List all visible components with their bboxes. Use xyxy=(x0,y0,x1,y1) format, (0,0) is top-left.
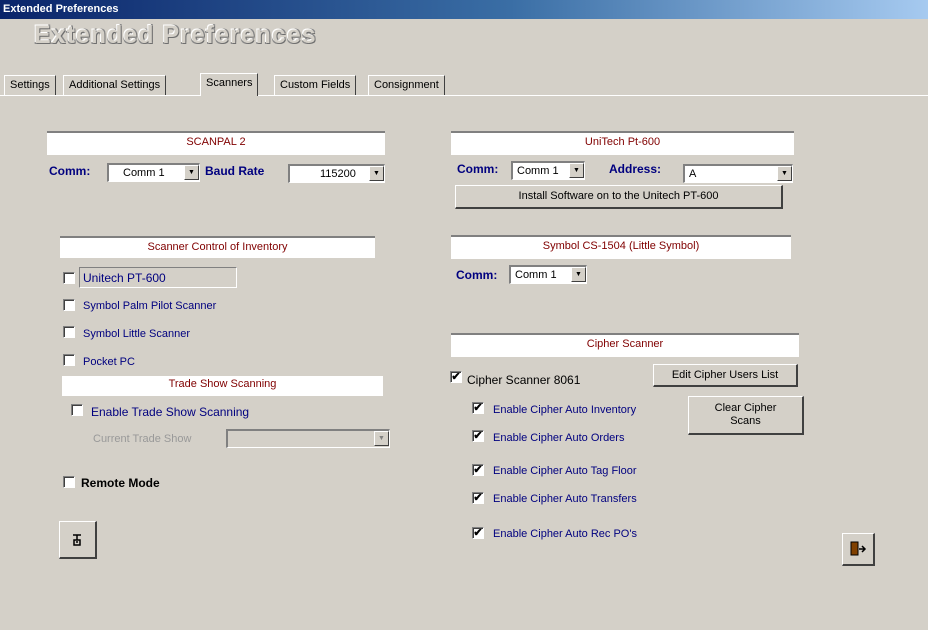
window-titlebar: Extended Preferences xyxy=(0,0,928,19)
cipher-auto-orders-label: Enable Cipher Auto Orders xyxy=(493,432,625,444)
unitech-comm-value: Comm 1 xyxy=(517,165,559,177)
pocket-pc-checkbox[interactable] xyxy=(63,354,75,366)
scanpal-baud-select[interactable]: 115200 ▼ xyxy=(288,164,385,183)
trade-show-header: Trade Show Scanning xyxy=(62,376,383,396)
clear-cipher-scans-line2: Scans xyxy=(730,415,761,427)
unitech-header: UniTech Pt-600 xyxy=(451,131,794,155)
cipher-auto-transfers-label: Enable Cipher Auto Transfers xyxy=(493,493,637,505)
symbol-little-label: Symbol Little Scanner xyxy=(83,328,190,340)
unitech-pt600-label: Unitech PT-600 xyxy=(83,271,166,285)
unitech-comm-label: Comm: xyxy=(457,162,499,176)
scanpal-baud-value: 115200 xyxy=(320,168,356,180)
symbol-header: Symbol CS-1504 (Little Symbol) xyxy=(451,235,791,259)
unitech-address-select[interactable]: A ▼ xyxy=(683,164,793,183)
unitech-address-value: A xyxy=(689,168,697,180)
enable-trade-show-label: Enable Trade Show Scanning xyxy=(91,405,250,419)
tab-scanners[interactable]: Scanners xyxy=(200,73,259,96)
tab-additional-settings[interactable]: Additional Settings xyxy=(63,75,167,95)
cipher-auto-transfers-checkbox[interactable]: ✔ xyxy=(472,492,484,504)
unitech-comm-select[interactable]: Comm 1 ▼ xyxy=(511,161,585,180)
remote-mode-label: Remote Mode xyxy=(81,476,160,490)
scanpal-comm-select[interactable]: Comm 1 ▼ xyxy=(107,163,200,182)
chevron-down-icon[interactable]: ▼ xyxy=(184,165,199,180)
tab-panel-border xyxy=(0,95,928,96)
cipher-header: Cipher Scanner xyxy=(451,333,799,357)
page-heading: Extended Preferences xyxy=(34,21,317,49)
chevron-down-icon[interactable]: ▼ xyxy=(571,267,586,282)
cipher-scanner-checkbox[interactable]: ✔ xyxy=(450,371,462,383)
tools-icon xyxy=(72,534,81,546)
remote-mode-checkbox[interactable] xyxy=(63,476,75,488)
scanpal-comm-value: Comm 1 xyxy=(123,167,165,179)
cipher-auto-inventory-checkbox[interactable]: ✔ xyxy=(472,402,484,414)
cipher-auto-rec-po-checkbox[interactable]: ✔ xyxy=(472,527,484,539)
tab-consignment[interactable]: Consignment xyxy=(368,75,445,95)
cipher-auto-tag-floor-label: Enable Cipher Auto Tag Floor xyxy=(493,465,637,477)
exit-door-icon xyxy=(850,541,867,556)
install-software-button[interactable]: Install Software on to the Unitech PT-60… xyxy=(455,185,783,209)
tools-button[interactable] xyxy=(59,521,97,559)
cipher-scanner-label: Cipher Scanner 8061 xyxy=(467,373,581,387)
exit-button[interactable] xyxy=(842,533,875,566)
cipher-auto-rec-po-label: Enable Cipher Auto Rec PO's xyxy=(493,528,637,540)
clear-cipher-scans-line1: Clear Cipher xyxy=(714,402,777,414)
chevron-down-icon[interactable]: ▼ xyxy=(369,166,384,181)
inventory-control-header: Scanner Control of Inventory xyxy=(60,236,375,258)
symbol-comm-select[interactable]: Comm 1 ▼ xyxy=(509,265,587,284)
cipher-auto-inventory-label: Enable Cipher Auto Inventory xyxy=(493,404,637,416)
tab-custom-fields[interactable]: Custom Fields xyxy=(274,75,357,95)
symbol-little-checkbox[interactable] xyxy=(63,326,75,338)
unitech-pt600-checkbox[interactable] xyxy=(63,272,75,284)
cipher-auto-tag-floor-checkbox[interactable]: ✔ xyxy=(472,464,484,476)
current-trade-show-select[interactable]: ▼ xyxy=(226,429,390,448)
chevron-down-icon[interactable]: ▼ xyxy=(777,166,792,181)
enable-trade-show-checkbox[interactable] xyxy=(71,404,83,416)
cipher-auto-orders-checkbox[interactable]: ✔ xyxy=(472,430,484,442)
symbol-palm-checkbox[interactable] xyxy=(63,299,75,311)
unitech-address-label: Address: xyxy=(609,162,662,176)
symbol-comm-value: Comm 1 xyxy=(515,269,557,281)
symbol-comm-label: Comm: xyxy=(456,268,498,282)
chevron-down-icon[interactable]: ▼ xyxy=(374,431,389,446)
scanpal-comm-label: Comm: xyxy=(49,164,91,178)
pocket-pc-label: Pocket PC xyxy=(83,356,135,368)
scanpal-header: SCANPAL 2 xyxy=(47,131,385,155)
tab-settings[interactable]: Settings xyxy=(4,75,56,95)
edit-cipher-users-button[interactable]: Edit Cipher Users List xyxy=(653,364,798,387)
chevron-down-icon[interactable]: ▼ xyxy=(569,163,584,178)
symbol-palm-label: Symbol Palm Pilot Scanner xyxy=(83,300,217,312)
current-trade-show-label: Current Trade Show xyxy=(93,433,192,445)
window-title: Extended Preferences xyxy=(3,3,119,15)
clear-cipher-scans-button[interactable]: Clear Cipher Scans xyxy=(688,396,804,435)
scanpal-baud-label: Baud Rate xyxy=(205,164,265,178)
